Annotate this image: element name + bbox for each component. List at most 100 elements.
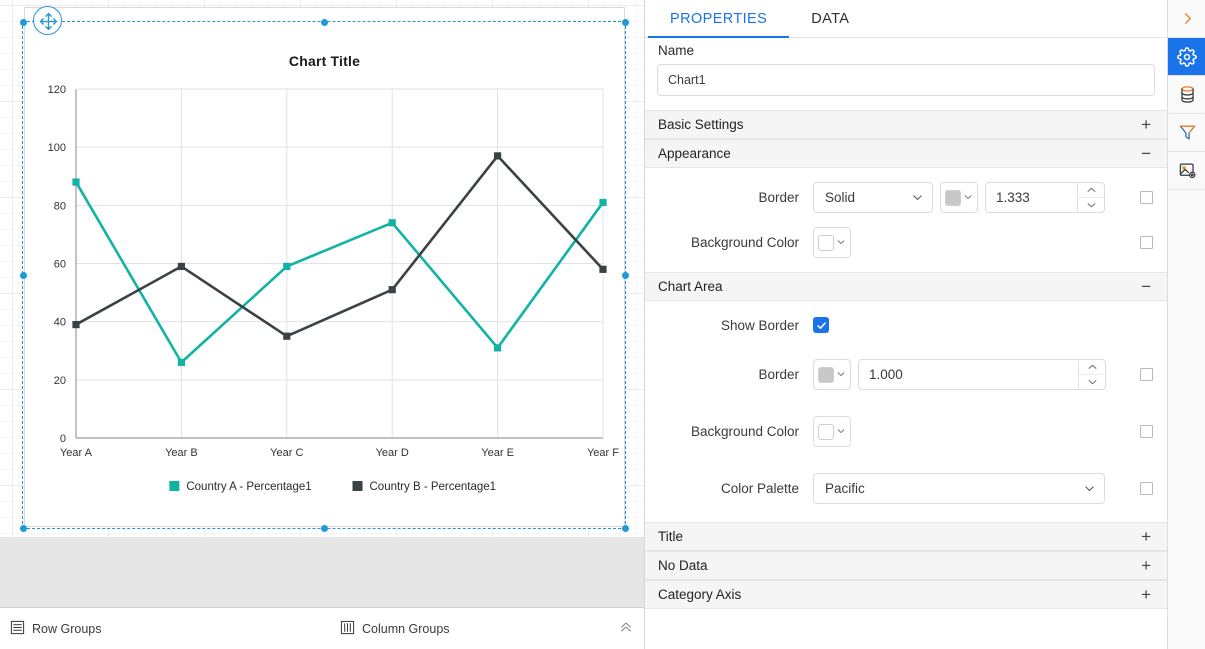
expand-panel-icon[interactable] [1168, 0, 1205, 38]
gear-icon[interactable] [1168, 38, 1205, 76]
svg-text:80: 80 [54, 200, 66, 212]
appearance-background-color-picker[interactable] [813, 227, 851, 258]
section-basic-settings[interactable]: Basic Settings + [645, 110, 1167, 139]
chevron-up-double-icon[interactable] [619, 620, 644, 637]
chart-area-border-color-picker[interactable] [813, 359, 851, 390]
column-groups-panel[interactable]: Column Groups [330, 620, 644, 638]
app-root: Chart Title 0 20 40 60 80 100 120 Year A Year BY… [0, 0, 1205, 649]
chart-area-color-palette-value: Pacific [825, 481, 865, 496]
right-icon-bar [1167, 0, 1205, 649]
chart-area-show-border-row: Show Border [645, 317, 1167, 333]
appearance-border-width-stepper[interactable]: 1.333 [985, 182, 1105, 213]
appearance-border-color-picker[interactable] [940, 182, 978, 213]
image-settings-icon[interactable] [1168, 152, 1205, 190]
chart-area-color-palette-expression-checkbox[interactable] [1140, 482, 1153, 495]
chart-area-border-row: Border 1.000 [645, 359, 1167, 390]
properties-panel: PROPERTIES DATA Name Basic Settings + Ap… [645, 0, 1167, 649]
chart-render-area: Chart Title 0 20 40 60 80 100 120 Year A Year BY… [25, 8, 624, 526]
row-groups-panel[interactable]: Row Groups [0, 620, 330, 638]
section-basic-settings-toggle-icon[interactable]: + [1141, 116, 1151, 133]
tab-properties[interactable]: PROPERTIES [648, 0, 790, 38]
section-category-axis-toggle-icon[interactable]: + [1141, 586, 1151, 603]
chart-area-color-palette-label: Color Palette [720, 481, 799, 496]
appearance-border-width-value[interactable]: 1.333 [986, 183, 1077, 212]
svg-text:Year A: Year A [60, 447, 93, 459]
section-chart-area-toggle-icon[interactable]: − [1141, 278, 1151, 295]
section-appearance-toggle-icon[interactable]: − [1141, 145, 1151, 162]
section-no-data[interactable]: No Data + [645, 551, 1167, 580]
color-swatch [818, 234, 834, 251]
section-appearance[interactable]: Appearance − [645, 139, 1167, 168]
color-swatch [945, 189, 961, 206]
svg-text:Year C: Year C [270, 447, 303, 459]
chart-area-background-label: Background Color [690, 424, 799, 439]
section-title-toggle-icon[interactable]: + [1141, 528, 1151, 545]
appearance-background-expression-checkbox[interactable] [1140, 236, 1153, 249]
svg-text:0: 0 [60, 433, 66, 445]
chart-area-background-row: Background Color [645, 416, 1167, 447]
chart-area-border-label: Border [758, 367, 799, 382]
tab-data[interactable]: DATA [789, 0, 871, 37]
chart-report-item[interactable]: Chart Title 0 20 40 60 80 100 120 Year A Year BY… [24, 7, 625, 527]
row-groups-label: Row Groups [32, 621, 102, 636]
appearance-border-label: Border [758, 190, 799, 205]
chart-area-show-border-checkbox[interactable] [813, 317, 829, 333]
chevron-down-icon [836, 369, 846, 381]
stepper-up-icon[interactable] [1079, 360, 1105, 375]
svg-text:Country A - Percentage1: Country A - Percentage1 [186, 481, 311, 493]
svg-text:100: 100 [48, 142, 66, 154]
chart-area-border-expression-checkbox[interactable] [1140, 368, 1153, 381]
stepper-down-icon[interactable] [1078, 198, 1104, 212]
chevron-down-icon [836, 237, 846, 249]
appearance-body: Border Solid 1.333 Background Color [645, 168, 1167, 272]
appearance-background-row: Background Color [645, 227, 1167, 258]
color-swatch [818, 366, 834, 383]
database-icon[interactable] [1168, 76, 1205, 114]
stepper-buttons[interactable] [1078, 360, 1105, 389]
section-title[interactable]: Title + [645, 522, 1167, 551]
svg-text:20: 20 [54, 375, 66, 387]
chevron-down-icon [911, 191, 924, 204]
appearance-background-label: Background Color [690, 235, 799, 250]
section-no-data-toggle-icon[interactable]: + [1141, 557, 1151, 574]
chevron-down-icon [1083, 482, 1096, 495]
svg-text:Year B: Year B [165, 447, 198, 459]
chart-area-background-expression-checkbox[interactable] [1140, 425, 1153, 438]
section-chart-area[interactable]: Chart Area − [645, 272, 1167, 301]
section-category-axis-label: Category Axis [658, 587, 742, 602]
section-basic-settings-label: Basic Settings [658, 117, 744, 132]
chart-area-show-border-label: Show Border [720, 317, 799, 333]
chart-area-border-width-stepper[interactable]: 1.000 [858, 359, 1106, 390]
tab-properties-label: PROPERTIES [670, 10, 768, 27]
svg-text:120: 120 [48, 84, 66, 96]
rows-icon [10, 620, 25, 638]
color-swatch [818, 423, 834, 440]
section-title-label: Title [658, 529, 684, 544]
chevron-down-icon [836, 426, 846, 438]
stepper-down-icon[interactable] [1079, 375, 1105, 389]
svg-text:Year E: Year E [481, 447, 514, 459]
panel-content: Name Basic Settings + Appearance − Borde… [645, 38, 1167, 649]
svg-text:40: 40 [54, 317, 66, 329]
panel-tabs: PROPERTIES DATA [645, 0, 1167, 38]
svg-text:Country B - Percentage1: Country B - Percentage1 [370, 481, 497, 493]
stepper-buttons[interactable] [1077, 183, 1104, 212]
groups-bar: Row Groups Column Groups [0, 607, 644, 649]
section-no-data-label: No Data [658, 558, 708, 573]
name-input[interactable] [657, 64, 1155, 96]
chart-area-color-palette-select[interactable]: Pacific [813, 473, 1105, 504]
columns-icon [340, 620, 355, 638]
appearance-border-style-value: Solid [825, 190, 856, 205]
svg-text:Year D: Year D [376, 447, 409, 459]
stepper-up-icon[interactable] [1078, 183, 1104, 198]
tab-data-label: DATA [811, 10, 850, 27]
appearance-border-style-select[interactable]: Solid [813, 182, 933, 213]
section-category-axis[interactable]: Category Axis + [645, 580, 1167, 609]
appearance-border-expression-checkbox[interactable] [1140, 191, 1153, 204]
move-handle-icon[interactable] [33, 6, 62, 35]
chart-area-border-width-value[interactable]: 1.000 [859, 360, 1078, 389]
filter-icon[interactable] [1168, 114, 1205, 152]
report-designer-surface[interactable]: Chart Title 0 20 40 60 80 100 120 Year A Year BY… [0, 0, 645, 649]
chart-area-color-palette-row: Color Palette Pacific [645, 473, 1167, 504]
chart-area-background-color-picker[interactable] [813, 416, 851, 447]
